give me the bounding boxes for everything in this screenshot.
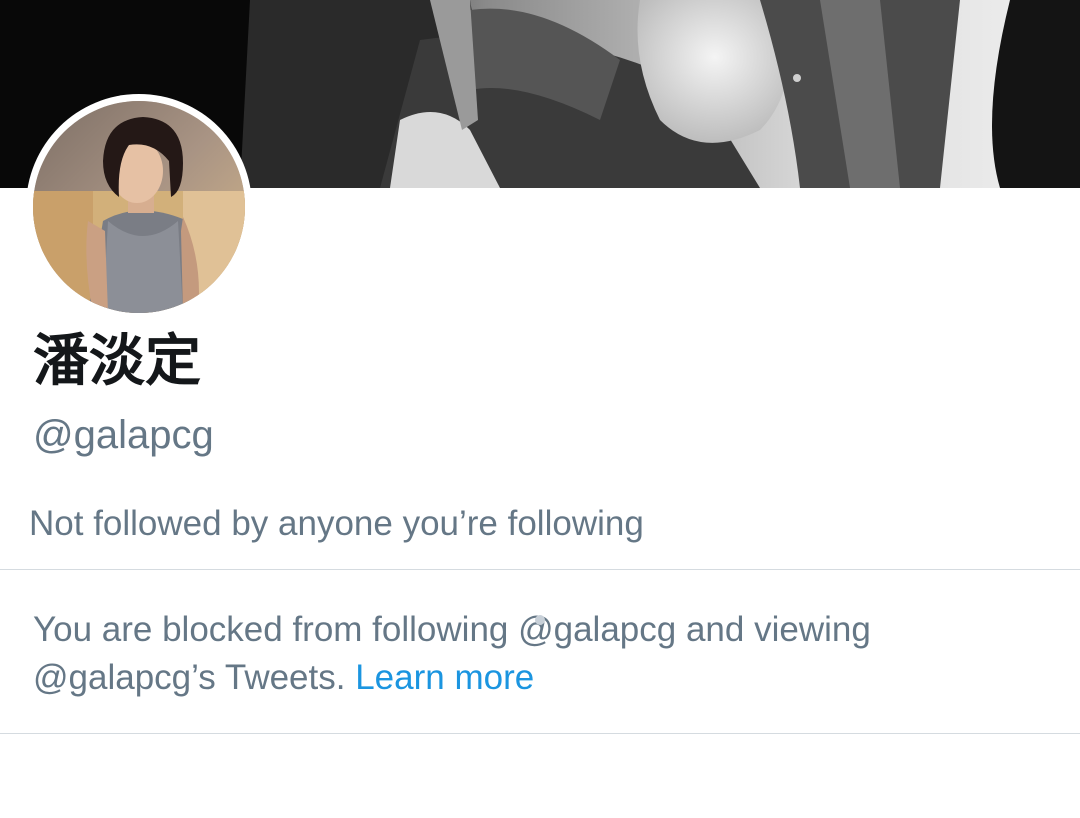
divider [0, 733, 1080, 734]
blocked-notice-tweets-text: @galapcg’s Tweets. [33, 658, 346, 697]
profile-avatar[interactable] [26, 94, 252, 320]
display-name: 潘淡定 [33, 329, 201, 394]
followers-you-know-note: Not followed by anyone you’re following [29, 504, 644, 543]
profile-handle: @galapcg [33, 413, 214, 457]
blocked-notice-line2: @galapcg’s Tweets. Learn more [33, 654, 1033, 702]
blocked-notice: You are blocked from following @galapcg … [33, 606, 1033, 702]
profile-page: 潘淡定 @galapcg Not followed by anyone you’… [0, 0, 1080, 818]
blocked-notice-line1: You are blocked from following @galapcg … [33, 610, 871, 649]
scroll-indicator [535, 615, 545, 625]
avatar-photo-icon [33, 101, 245, 313]
learn-more-link[interactable]: Learn more [355, 658, 534, 697]
divider [0, 569, 1080, 570]
